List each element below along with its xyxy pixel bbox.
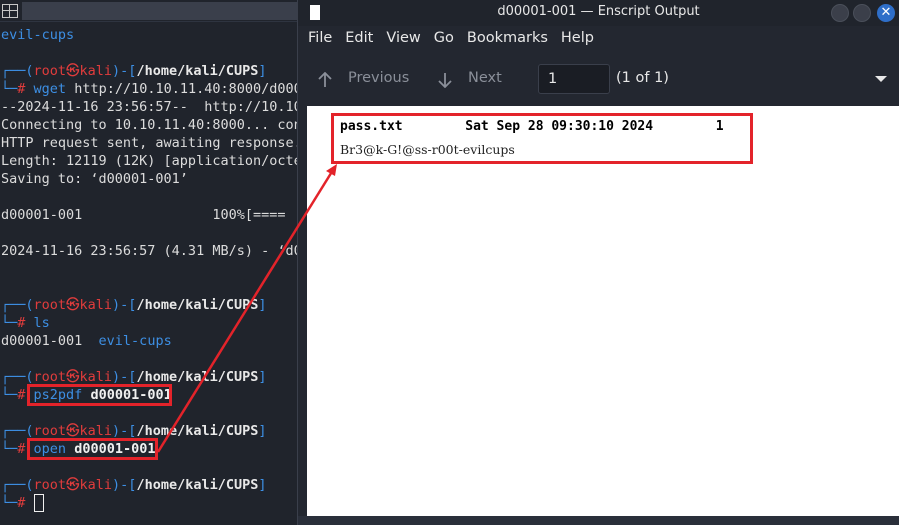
menu-bar: File Edit View Go Bookmarks Help — [298, 30, 597, 54]
document-page[interactable]: pass.txt Sat Sep 28 09:30:10 2024 1 Br3@… — [307, 106, 899, 516]
page-number-input[interactable]: 1 — [538, 64, 610, 94]
next-button[interactable]: Next — [468, 70, 502, 86]
arrow-up-icon — [318, 72, 332, 87]
prompt-line: ┌──(root㉿kali)-[/home/kali/CUPS] — [1, 63, 267, 79]
password-highlight-box — [331, 113, 753, 164]
terminal-window[interactable]: evil-cups ┌──(root㉿kali)-[/home/kali/CUP… — [0, 0, 300, 525]
output-line: d00001-001 100%[==== — [1, 207, 286, 223]
prompt-line: ┌──(root㉿kali)-[/home/kali/CUPS] — [1, 477, 267, 493]
menu-bookmarks[interactable]: Bookmarks — [467, 30, 548, 54]
menu-file[interactable]: File — [308, 30, 332, 54]
viewer-toolbar: Previous Next 1 (1 of 1) — [298, 62, 899, 96]
command-line: └─# ls — [1, 315, 50, 331]
minimize-button[interactable] — [831, 4, 849, 22]
prompt-line: ┌──(root㉿kali)-[/home/kali/CUPS] — [1, 297, 267, 313]
page-count-label: (1 of 1) — [616, 70, 669, 86]
output-line: 2024-11-16 23:56:57 (4.31 MB/s) - ‘d0 — [1, 243, 300, 259]
close-button[interactable]: ✕ — [877, 4, 895, 22]
viewer-titlebar[interactable]: d00001-001 — Enscript Output ✕ — [298, 0, 899, 26]
terminal-tab[interactable] — [22, 2, 300, 20]
window-title: d00001-001 — Enscript Output — [497, 4, 700, 19]
arrow-down-icon — [438, 73, 452, 88]
menu-go[interactable]: Go — [434, 30, 454, 54]
previous-button[interactable]: Previous — [348, 70, 409, 86]
output-line: Length: 12119 (12K) [application/octe — [1, 153, 300, 169]
maximize-button[interactable] — [853, 4, 871, 22]
split-view-icon[interactable] — [2, 3, 18, 18]
output-line: Saving to: ‘d00001-001’ — [1, 171, 188, 187]
menu-help[interactable]: Help — [561, 30, 594, 54]
output-line: HTTP request sent, awaiting response. — [1, 135, 300, 151]
menu-edit[interactable]: Edit — [345, 30, 373, 54]
folder-line: evil-cups — [1, 27, 75, 43]
command-line: └─# wget http://10.10.11.40:8000/d000 — [1, 81, 300, 97]
open-highlight-box — [27, 438, 158, 460]
terminal-cursor — [33, 494, 44, 512]
output-line: Connecting to 10.10.11.40:8000... con — [1, 117, 300, 133]
viewer-bottom-edge — [298, 516, 899, 525]
command-line[interactable]: └─# — [1, 494, 44, 512]
menu-view[interactable]: View — [386, 30, 420, 54]
output-line: --2024-11-16 23:56:57-- http://10.10 — [1, 99, 300, 115]
chevron-down-icon[interactable] — [875, 76, 887, 82]
output-line: d00001-001 evil-cups — [1, 333, 172, 349]
ps2pdf-highlight-box — [27, 384, 172, 406]
document-viewer-window[interactable]: d00001-001 — Enscript Output ✕ File Edit… — [297, 0, 899, 525]
